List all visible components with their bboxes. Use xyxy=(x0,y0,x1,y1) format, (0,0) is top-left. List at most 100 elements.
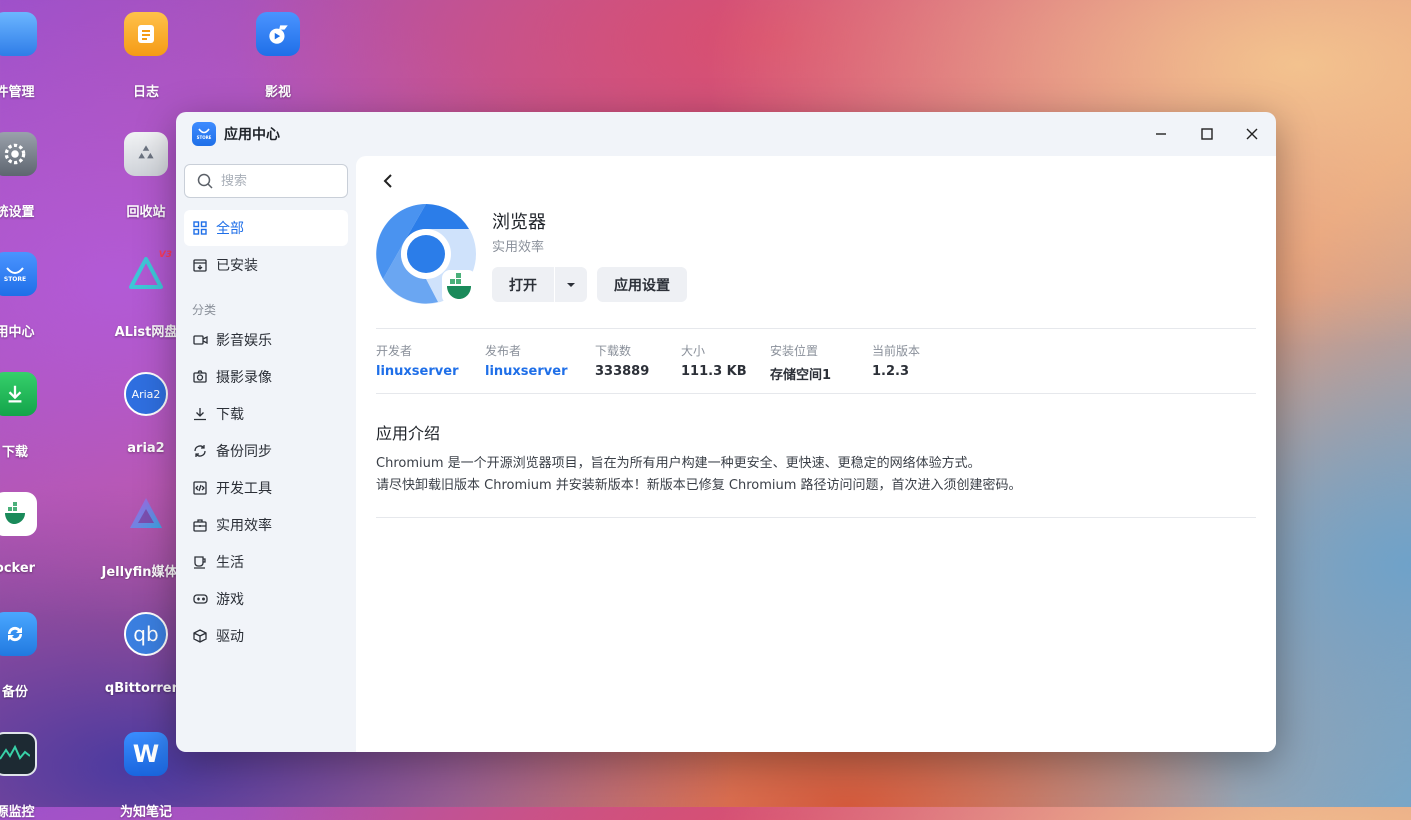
category-backup-sync[interactable]: 备份同步 xyxy=(184,433,348,469)
meta-size: 大小 111.3 KB xyxy=(681,342,747,379)
desktop-icon-label: 用中心 xyxy=(0,325,35,340)
desktop-icon-label: 为知笔记 xyxy=(119,805,172,820)
wiznote-icon: W xyxy=(124,732,168,776)
search-icon xyxy=(197,173,213,189)
cup-icon xyxy=(192,554,208,570)
meta-key: 安装位置 xyxy=(770,344,819,358)
category-label: 摄影录像 xyxy=(216,370,272,386)
meta-publisher: 发布者 linuxserver xyxy=(485,342,567,379)
intro-heading: 应用介绍 xyxy=(376,424,441,443)
nav-item-all[interactable]: 全部 xyxy=(184,210,348,246)
download-icon xyxy=(192,406,208,422)
store-bag-icon: STORE xyxy=(0,252,37,296)
minimize-button[interactable] xyxy=(1148,122,1174,146)
category-dev-tools[interactable]: 开发工具 xyxy=(184,470,348,506)
category-photography[interactable]: 摄影录像 xyxy=(184,359,348,395)
category-heading: 分类 xyxy=(192,303,217,317)
desktop-icon-app-center[interactable]: STORE 用中心 xyxy=(0,252,70,340)
intro-line: Chromium 是一个开源浏览器项目，旨在为所有用户构建一种更安全、更快速、更… xyxy=(376,456,981,471)
desktop-icon-video[interactable]: 影视 xyxy=(223,12,333,100)
close-button[interactable] xyxy=(1239,122,1265,146)
qb-icon-text: qb xyxy=(133,622,159,646)
category-label: 开发工具 xyxy=(216,481,272,497)
wiznote-icon-text: W xyxy=(132,740,160,768)
desktop-icon-docker[interactable]: ocker xyxy=(0,492,70,576)
category-label: 游戏 xyxy=(216,592,244,608)
open-dropdown-button[interactable] xyxy=(555,267,587,302)
code-icon xyxy=(192,480,208,496)
meta-value: 111.3 KB xyxy=(681,364,747,379)
gear-icon xyxy=(0,132,37,176)
desktop-icon-label: ocker xyxy=(0,561,36,576)
meta-key: 当前版本 xyxy=(872,344,921,358)
meta-version: 当前版本 1.2.3 xyxy=(872,342,920,379)
caret-down-icon xyxy=(567,282,575,287)
grid-icon xyxy=(192,220,208,236)
desktop-icon-logs[interactable]: 日志 xyxy=(91,12,201,100)
meta-install-location: 安装位置 存储空间1 xyxy=(770,342,831,383)
category-label: 生活 xyxy=(216,555,244,571)
category-productivity[interactable]: 实用效率 xyxy=(184,507,348,543)
desktop-icon-label: 件管理 xyxy=(0,85,35,100)
app-settings-label: 应用设置 xyxy=(614,277,670,294)
desktop-icon-label: 下载 xyxy=(1,445,28,460)
maximize-button[interactable] xyxy=(1194,122,1220,146)
desktop-icon-download[interactable]: 下载 xyxy=(0,372,70,460)
monitor-chart-icon xyxy=(0,732,37,776)
desktop-icon-system-settings[interactable]: 统设置 xyxy=(0,132,70,220)
meta-value: 333889 xyxy=(595,364,650,379)
docker-icon xyxy=(0,492,37,536)
publisher-link[interactable]: linuxserver xyxy=(485,364,567,379)
alist-v3-badge: V3 xyxy=(158,250,172,260)
desktop-icon-label: 源监控 xyxy=(0,805,35,820)
store-icon: STORE xyxy=(192,122,216,146)
search-input[interactable] xyxy=(219,172,333,190)
desktop-icon-backup[interactable]: 备份 xyxy=(0,612,70,700)
meta-value: 1.2.3 xyxy=(872,364,910,379)
category-life[interactable]: 生活 xyxy=(184,544,348,580)
developer-link[interactable]: linuxserver xyxy=(376,364,458,379)
nav-item-label: 全部 xyxy=(216,221,244,237)
category-games[interactable]: 游戏 xyxy=(184,581,348,617)
window-title: 应用中心 xyxy=(224,127,280,143)
desktop-icon-label: 备份 xyxy=(1,685,28,700)
desktop-icon-file-manager[interactable]: 件管理 xyxy=(0,12,70,100)
meta-key: 开发者 xyxy=(376,344,413,358)
category-drivers[interactable]: 驱动 xyxy=(184,618,348,654)
cube-icon xyxy=(192,628,208,644)
folder-icon xyxy=(0,12,37,56)
window-titlebar[interactable]: STORE 应用中心 xyxy=(176,112,1276,156)
video-play-icon xyxy=(256,12,300,56)
nav-item-installed[interactable]: 已安装 xyxy=(184,247,348,283)
desktop-icon-label: 日志 xyxy=(132,85,159,100)
divider xyxy=(376,328,1256,329)
aria2-icon: Aria2 xyxy=(124,372,168,416)
meta-value: 存储空间1 xyxy=(770,368,832,383)
category-download[interactable]: 下载 xyxy=(184,396,348,432)
aria2-icon-text: Aria2 xyxy=(131,387,161,401)
recycle-icon xyxy=(124,132,168,176)
category-label: 驱动 xyxy=(216,629,244,645)
intro-line: 请尽快卸载旧版本 Chromium 并安装新版本！新版本已修复 Chromium… xyxy=(376,478,1022,493)
app-name: 浏览器 xyxy=(492,212,546,233)
log-list-icon xyxy=(124,12,168,56)
category-label: 实用效率 xyxy=(216,518,272,534)
meta-developer: 开发者 linuxserver xyxy=(376,342,458,379)
meta-key: 下载数 xyxy=(595,344,632,358)
backup-sync-icon xyxy=(0,612,37,656)
app-settings-button[interactable]: 应用设置 xyxy=(597,267,687,302)
open-button[interactable]: 打开 xyxy=(492,267,554,302)
gamepad-icon xyxy=(192,591,208,607)
divider xyxy=(376,393,1256,394)
search-box[interactable] xyxy=(184,164,348,198)
category-video-entertainment[interactable]: 影音娱乐 xyxy=(184,322,348,358)
store-icon-text: STORE xyxy=(196,135,212,140)
jellyfin-icon xyxy=(124,492,168,536)
video-icon xyxy=(192,332,208,348)
desktop-icon-label: 影视 xyxy=(264,85,291,100)
nav-item-label: 已安装 xyxy=(216,258,258,274)
sidebar: 全部 已安装 分类 影音娱乐 摄影录像 下载 备份同步 开发工具 xyxy=(176,156,356,752)
app-detail-panel: 浏览器 实用效率 打开 应用设置 开发者 linuxserver 发布者 lin… xyxy=(356,156,1276,752)
meta-key: 发布者 xyxy=(485,344,522,358)
back-button[interactable] xyxy=(380,172,398,190)
